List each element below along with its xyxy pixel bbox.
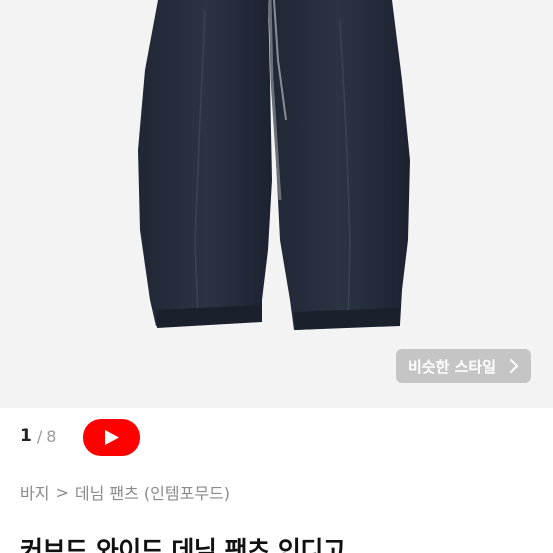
breadcrumb-separator: >: [55, 482, 69, 502]
product-photo-gallery[interactable]: 비슷한 스타일: [0, 0, 553, 408]
video-play-button[interactable]: [83, 419, 140, 456]
breadcrumb: 바지 > 데님 팬츠 (인템포무드): [20, 480, 230, 504]
image-counter-total: 8: [46, 426, 57, 446]
image-counter: 1 / 8: [20, 420, 56, 452]
similar-style-button[interactable]: 비슷한 스타일: [396, 349, 531, 383]
image-counter-separator: /: [36, 426, 43, 446]
breadcrumb-subcategory[interactable]: 데님 팬츠 (인템포무드): [75, 480, 230, 504]
play-triangle-icon: [105, 430, 119, 445]
image-counter-current: 1: [20, 426, 32, 446]
product-image-denim-pants: [0, 0, 553, 408]
similar-style-label: 비슷한 스타일: [408, 357, 497, 376]
product-title: 커브드 와이드 데님 팬츠 인디고: [20, 536, 346, 553]
chevron-right-icon: [510, 359, 518, 373]
breadcrumb-category[interactable]: 바지: [20, 480, 49, 504]
